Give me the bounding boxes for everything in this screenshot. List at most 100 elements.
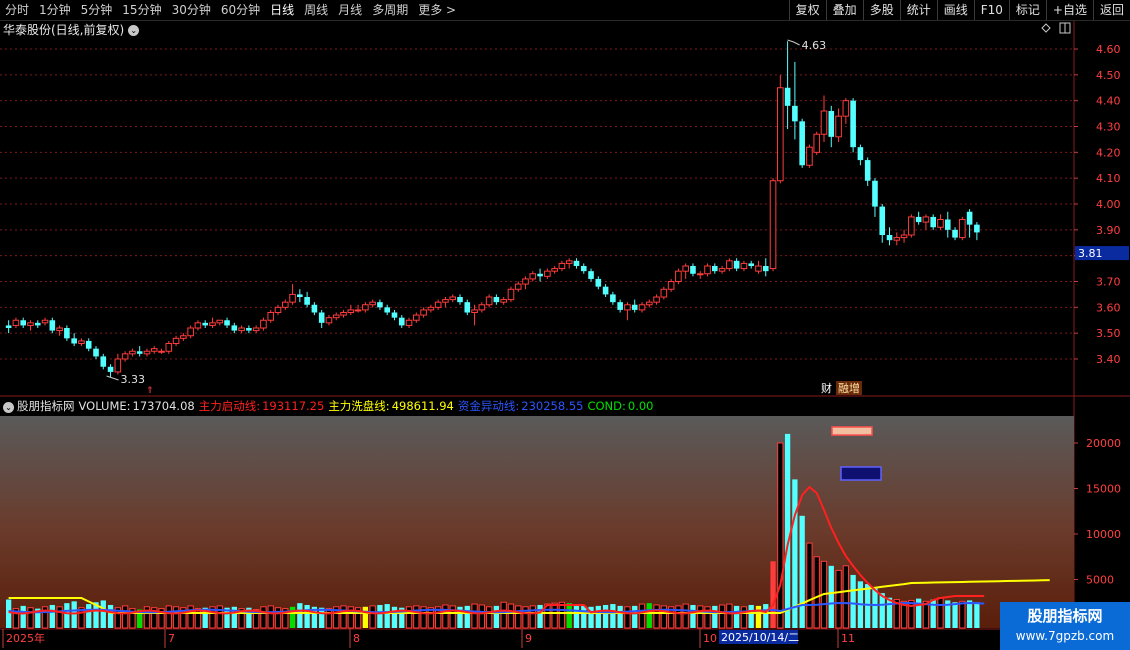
candle-body: [71, 338, 77, 344]
volume-bar: [384, 604, 390, 628]
volume-bar: [581, 605, 587, 628]
volume-bar: [100, 600, 106, 628]
price-tick-label: 4.60: [1096, 43, 1121, 56]
volume-bar: [726, 603, 733, 629]
price-tick-label: 4.30: [1096, 121, 1121, 134]
indicator-name[interactable]: 股朋指标网: [17, 399, 75, 413]
volume-background: [0, 416, 1074, 628]
candle-body: [274, 306, 282, 314]
volume-bar: [493, 605, 500, 628]
volume-tick-label: 10000: [1086, 528, 1121, 541]
date-tick-label: 8: [353, 632, 360, 645]
candle-body: [420, 309, 427, 316]
volume-bar: [6, 599, 12, 628]
watermark-title: 股朋指标网: [1027, 607, 1103, 625]
volume-bar: [551, 602, 558, 629]
volume-bar: [784, 433, 791, 628]
price-tick-label: 4.00: [1096, 198, 1121, 211]
volume-bar: [507, 603, 515, 629]
peak-marker-top: [831, 426, 873, 436]
candle-body: [733, 260, 740, 269]
volume-bar: [377, 604, 383, 628]
volume-bar: [638, 603, 646, 629]
candle-body: [529, 273, 537, 280]
candle-body: [915, 216, 922, 223]
candle-body: [136, 351, 143, 354]
candle-body: [224, 320, 230, 326]
price-tick-label: 3.70: [1096, 276, 1121, 289]
price-tick-label: 4.50: [1096, 69, 1121, 82]
candle-body: [850, 100, 856, 148]
candle-body: [231, 325, 238, 331]
candle-body: [267, 312, 275, 321]
marker-finance: 财: [821, 381, 832, 395]
candle-body: [398, 317, 405, 326]
volume-bar: [478, 604, 485, 629]
volume-bar: [734, 605, 740, 628]
candle-body: [377, 302, 383, 308]
watermark-url: www.7gpzb.com: [1015, 629, 1115, 643]
volume-bar: [806, 542, 813, 629]
candle-body: [762, 266, 769, 272]
candle-body: [369, 301, 376, 306]
candle-body: [872, 180, 878, 207]
candle-body: [260, 319, 267, 329]
line2-label: 主力洗盘线:: [328, 399, 390, 413]
volume-bar: [712, 605, 718, 628]
volume-bar: [71, 601, 77, 628]
volume-bar: [624, 606, 631, 629]
volume-bar: [697, 605, 704, 629]
candle-body: [645, 301, 653, 306]
volume-bar: [165, 605, 172, 629]
chevron-down-icon[interactable]: ⌄: [3, 402, 14, 413]
price-tick-label: 4.40: [1096, 95, 1121, 108]
candle-body: [165, 343, 173, 352]
volume-bar: [369, 605, 376, 629]
volume-bar: [610, 604, 616, 628]
candle-body: [100, 356, 107, 367]
candle-body: [5, 325, 12, 328]
candle-body: [304, 297, 310, 305]
volume-bar: [515, 605, 522, 629]
candle-body: [289, 293, 296, 303]
candle-body: [937, 219, 944, 228]
date-tick-label: 2025年: [6, 631, 45, 645]
candle-body: [755, 265, 762, 272]
candle-body: [493, 297, 500, 303]
candle-body: [864, 160, 871, 181]
candle-body: [129, 350, 136, 355]
candle-body: [209, 322, 216, 326]
volume-bar: [748, 604, 754, 628]
volume-bar: [260, 606, 267, 629]
candle-body: [565, 260, 573, 264]
candle-body: [143, 350, 151, 355]
candle-body: [974, 224, 980, 233]
candle-body: [580, 266, 587, 272]
volume-bar: [566, 603, 572, 628]
volume-bar: [777, 442, 784, 629]
candle-body: [537, 273, 543, 277]
candle-body: [427, 306, 435, 311]
volume-bar: [340, 605, 347, 629]
volume-bar: [485, 606, 493, 629]
volume-bar: [391, 606, 398, 628]
candle-body: [485, 296, 493, 306]
volume-bar: [842, 565, 849, 629]
volume-bar: [886, 597, 893, 628]
candle-body: [617, 302, 623, 310]
current-price-label: 3.81: [1078, 247, 1103, 260]
candle-body: [449, 296, 457, 301]
price-tick-label: 3.60: [1096, 301, 1121, 314]
candle-body: [471, 309, 478, 313]
kline-chart[interactable]: 4.604.504.404.304.204.104.003.903.803.70…: [0, 0, 1130, 650]
candle-body: [930, 216, 936, 228]
candle-body: [340, 312, 347, 316]
candle-body: [820, 110, 828, 135]
volume-bar: [682, 603, 689, 629]
volume-bar: [937, 597, 944, 629]
candle-body: [318, 312, 325, 323]
candle-body: [886, 235, 893, 241]
volume-tick-label: 5000: [1086, 574, 1114, 587]
volume-bar: [49, 604, 55, 628]
candle-body: [20, 320, 26, 326]
